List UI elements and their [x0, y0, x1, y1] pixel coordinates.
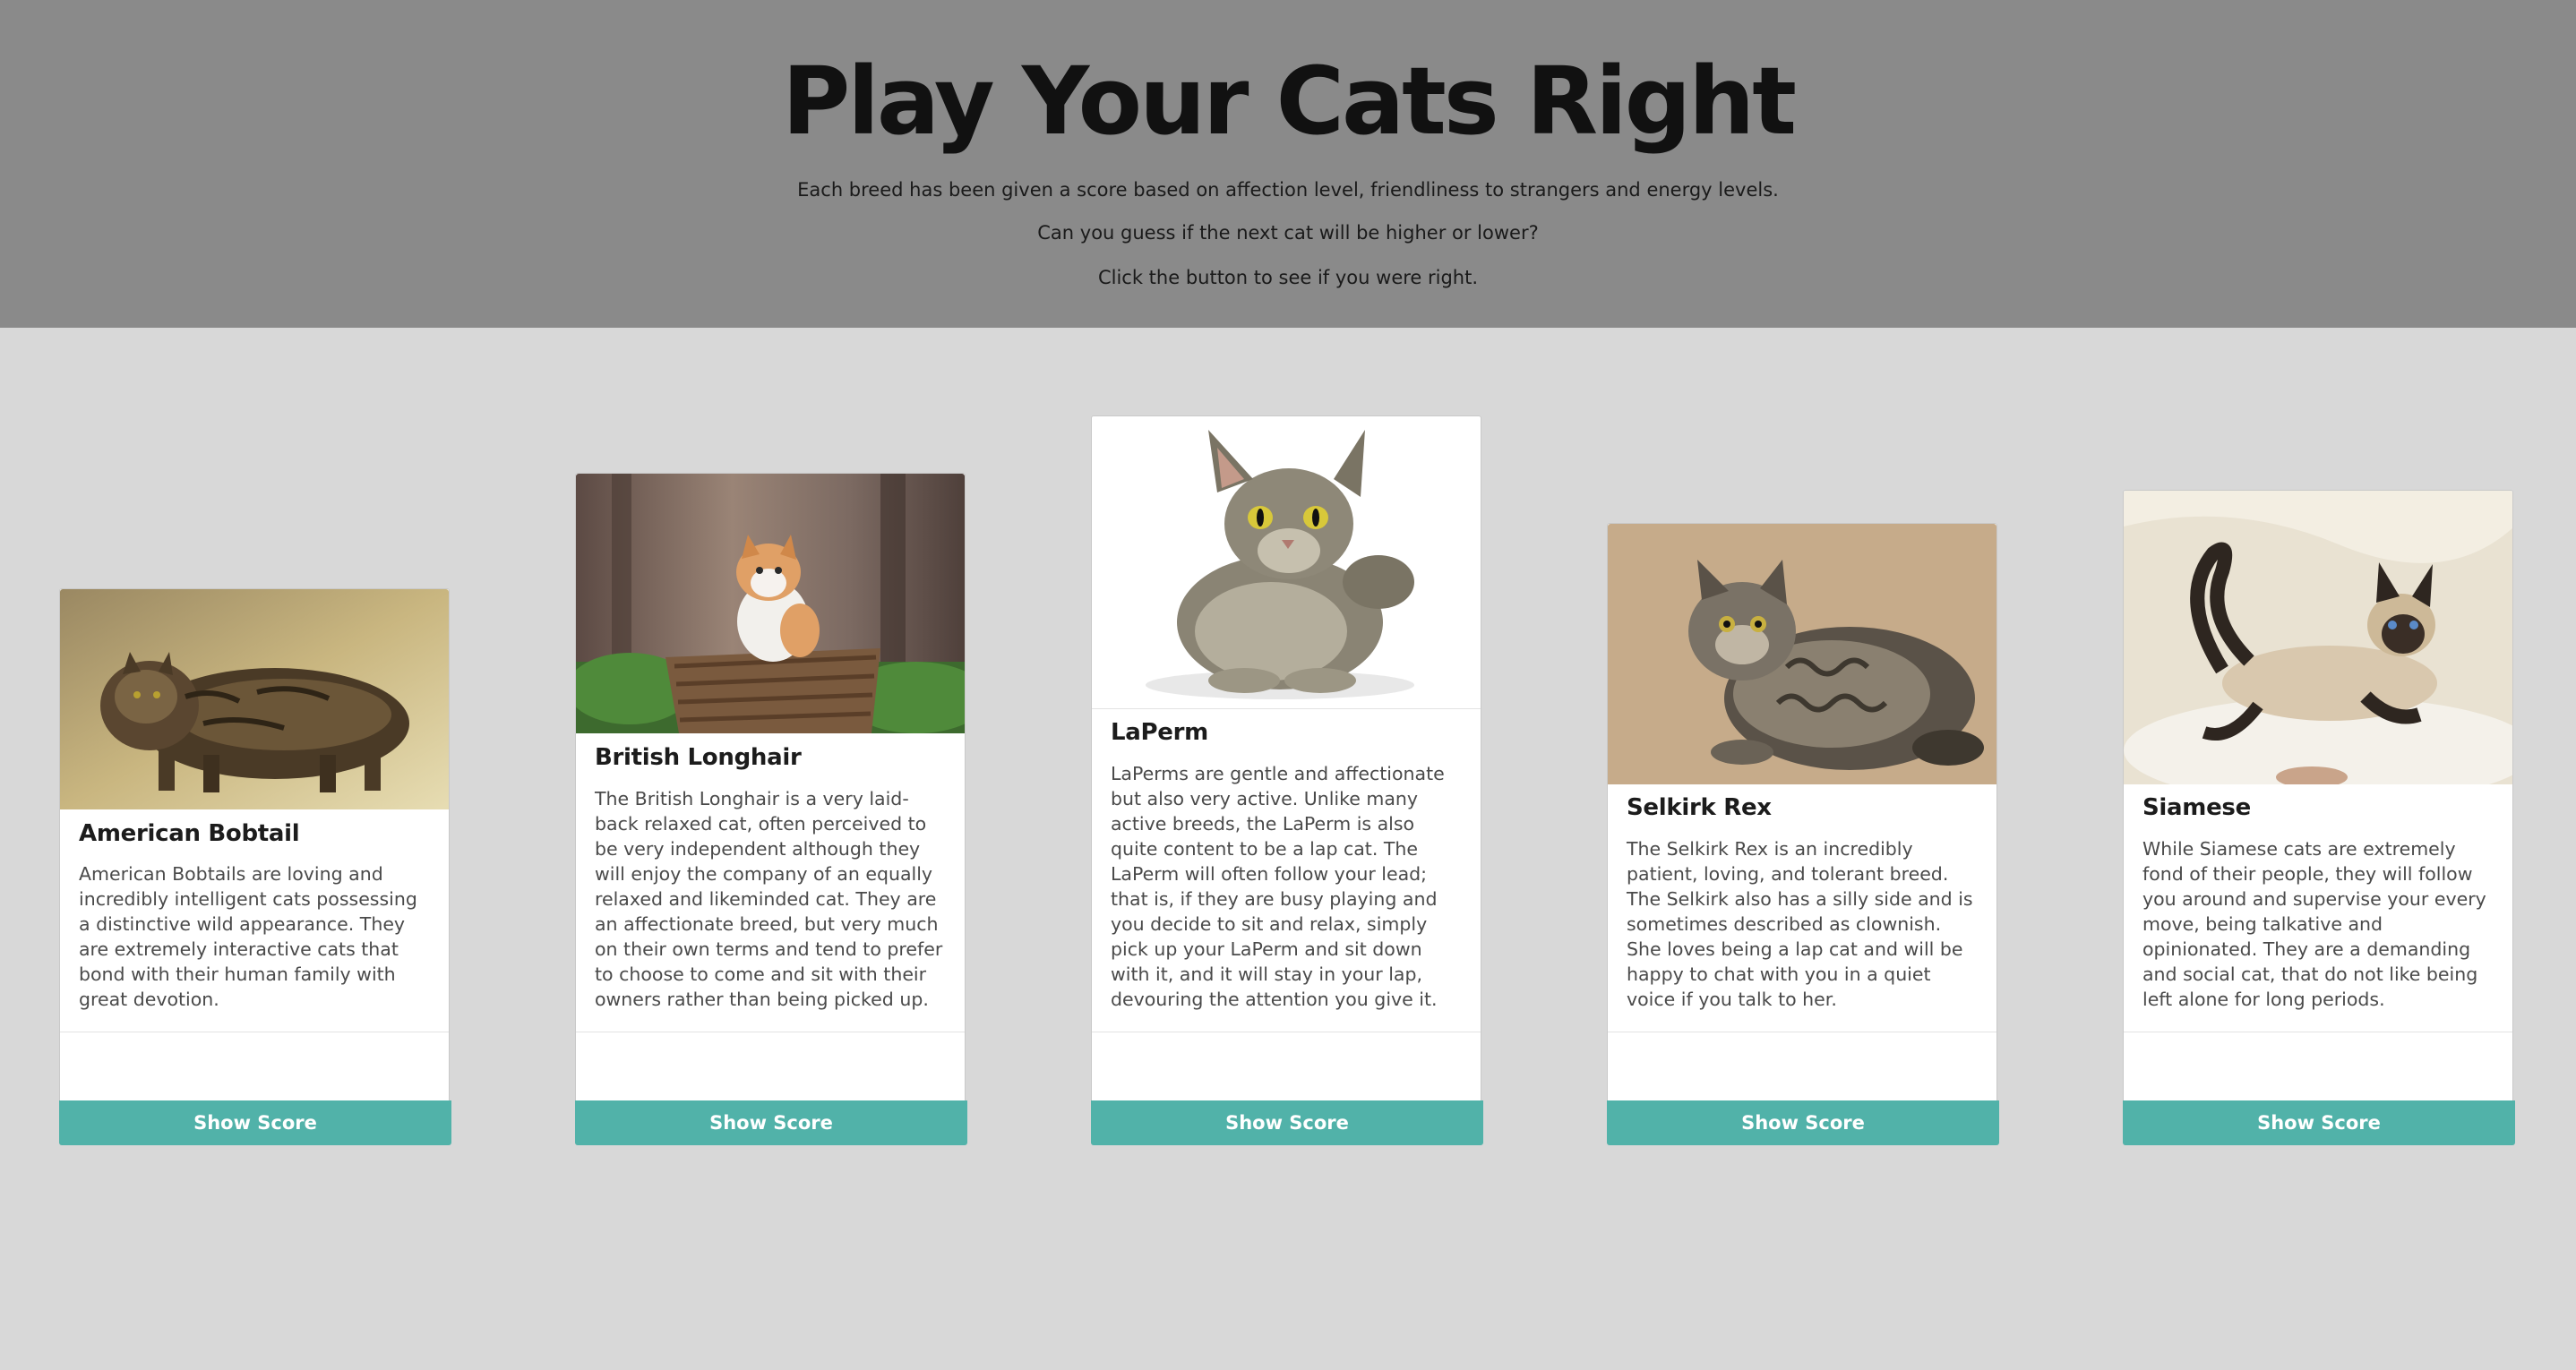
- intro-instruction: Click the button to see if you were righ…: [1097, 267, 1479, 288]
- breed-name: Siamese: [2142, 794, 2251, 821]
- breed-description: While Siamese cats are extremely fond of…: [2142, 838, 2486, 1010]
- breed-description: The British Longhair is a very laid-back…: [595, 788, 943, 1010]
- page-header: Play Your Cats Right Each breed has been…: [0, 0, 2576, 328]
- breed-card-american-bobtail: American Bobtail American Bobtails are l…: [59, 588, 451, 1145]
- breed-card-british-longhair: British Longhair The British Longhair is…: [575, 473, 967, 1145]
- breed-card-siamese: Siamese While Siamese cats are extremely…: [2123, 490, 2515, 1145]
- show-score-button[interactable]: Show Score: [59, 1100, 451, 1145]
- kitten-in-basket-photo: [576, 474, 965, 733]
- show-score-button[interactable]: Show Score: [2123, 1100, 2515, 1145]
- grey-cat-photo: [1092, 416, 1481, 709]
- curly-cat-photo: [1608, 524, 1996, 784]
- breed-description: American Bobtails are loving and incredi…: [79, 863, 417, 1010]
- breed-card-laperm: LaPerm LaPerms are gentle and affectiona…: [1091, 415, 1483, 1145]
- breed-name: British Longhair: [595, 744, 802, 771]
- intro-question: Can you guess if the next cat will be hi…: [1037, 222, 1539, 244]
- breed-description: The Selkirk Rex is an incredibly patient…: [1627, 838, 1973, 1010]
- show-score-button[interactable]: Show Score: [1091, 1100, 1483, 1145]
- breed-name: LaPerm: [1111, 719, 1208, 746]
- show-score-button[interactable]: Show Score: [575, 1100, 967, 1145]
- siamese-cat-photo: [2124, 491, 2512, 784]
- page-title: Play Your Cats Right: [782, 47, 1797, 156]
- show-score-button[interactable]: Show Score: [1607, 1100, 1999, 1145]
- breed-name: American Bobtail: [79, 820, 300, 847]
- breed-card-selkirk-rex: Selkirk Rex The Selkirk Rex is an incred…: [1607, 523, 1999, 1145]
- tabby-cat-photo: [60, 589, 449, 809]
- breed-description: LaPerms are gentle and affectionate but …: [1111, 763, 1445, 1010]
- breed-name: Selkirk Rex: [1627, 794, 1772, 821]
- intro-text: Each breed has been given a score based …: [797, 179, 1779, 201]
